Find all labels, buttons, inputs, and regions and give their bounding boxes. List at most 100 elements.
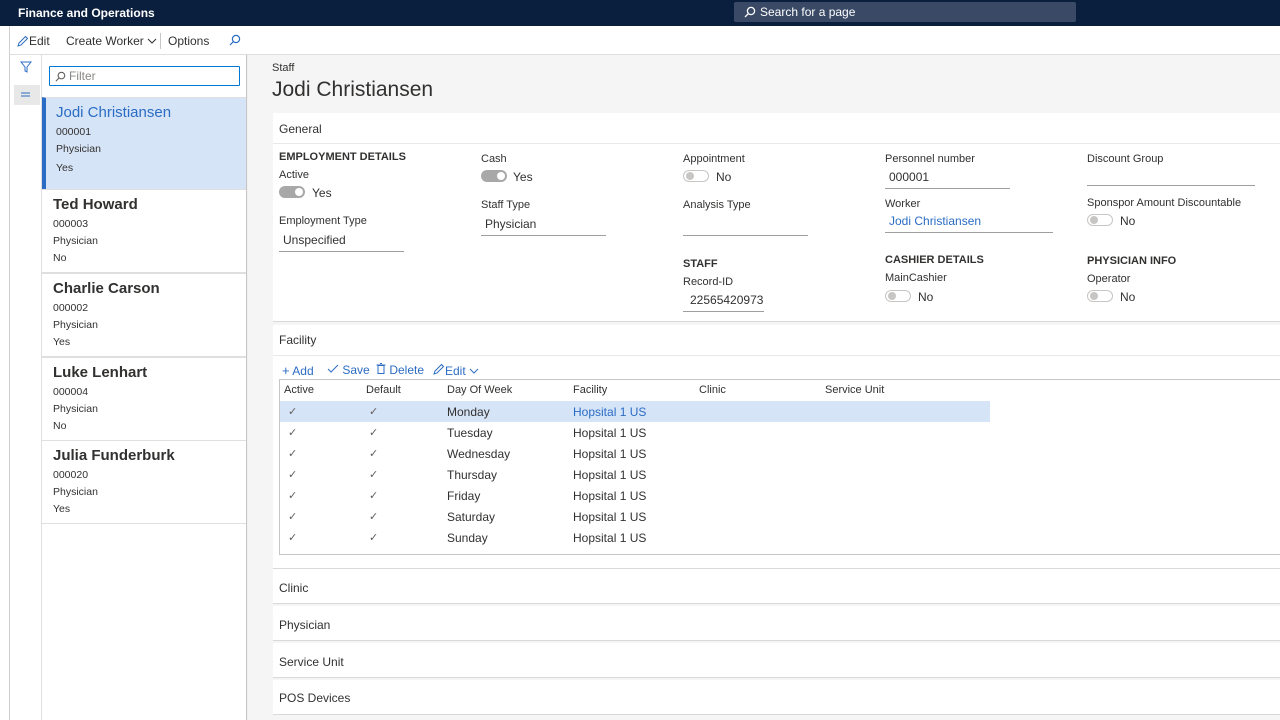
grid-edit-button[interactable]: Edit <box>433 363 479 378</box>
table-row[interactable]: ✓ ✓ Wednesday Hopsital 1 US <box>280 443 990 464</box>
facility-section-header[interactable]: Facility <box>279 333 316 347</box>
facility-cell[interactable]: Hopsital 1 US <box>573 405 646 419</box>
list-item[interactable]: Charlie Carson 000002 Physician Yes <box>42 273 246 357</box>
default-check-icon: ✓ <box>369 532 379 544</box>
filter-input[interactable]: Filter <box>49 66 240 86</box>
operator-value: No <box>1120 290 1136 304</box>
worker-field[interactable]: Jodi Christiansen <box>885 214 1053 233</box>
sponsor-amount-toggle[interactable] <box>1087 214 1113 226</box>
column-header-day-of-week[interactable]: Day Of Week <box>447 384 512 396</box>
edit-button[interactable]: Edit <box>17 34 50 48</box>
record-name: Ted Howard <box>53 196 138 213</box>
employment-type-field[interactable]: Unspecified <box>279 233 404 252</box>
cash-toggle[interactable] <box>481 170 507 182</box>
staff-type-field[interactable]: Physician <box>481 217 606 236</box>
action-divider <box>160 33 161 49</box>
column-header-active[interactable]: Active <box>284 384 314 396</box>
analysis-type-field[interactable] <box>683 217 808 236</box>
record-staff-type: Physician <box>56 143 101 155</box>
active-label: Active <box>279 169 309 181</box>
active-check-icon: ✓ <box>288 532 298 544</box>
clinic-section[interactable]: Clinic <box>273 569 1280 604</box>
facility-cell[interactable]: Hopsital 1 US <box>573 510 646 524</box>
active-check-icon: ✓ <box>288 469 298 481</box>
action-pane: Edit Create Worker Options <box>10 26 1280 55</box>
employment-type-label: Employment Type <box>279 215 367 227</box>
pencil-icon <box>17 35 29 47</box>
filter-icon[interactable] <box>19 61 33 76</box>
list-item[interactable]: Luke Lenhart 000004 Physician No <box>42 357 246 441</box>
staff-type-label: Staff Type <box>481 199 531 211</box>
add-row-button[interactable]: + Add <box>282 363 314 378</box>
record-staff-type: Physician <box>53 486 98 498</box>
column-header-facility[interactable]: Facility <box>573 384 607 396</box>
table-row[interactable]: ✓ ✓ Monday Hopsital 1 US <box>280 401 990 422</box>
save-button[interactable]: Save <box>327 363 370 377</box>
cashier-details-heading: CASHIER DETAILS <box>885 254 984 266</box>
checkmark-icon <box>327 364 339 373</box>
search-icon <box>229 34 241 46</box>
default-check-icon: ✓ <box>369 469 379 481</box>
operator-toggle[interactable] <box>1087 290 1113 302</box>
staff-heading: STAFF <box>683 258 718 270</box>
list-item[interactable]: Julia Funderburk 000020 Physician Yes <box>42 440 246 524</box>
record-id-field[interactable]: 22565420973 <box>683 293 764 312</box>
active-value: Yes <box>312 186 332 200</box>
record-active: Yes <box>53 336 71 348</box>
main-cashier-toggle[interactable] <box>885 290 911 302</box>
save-label: Save <box>342 363 370 377</box>
create-worker-button[interactable]: Create Worker <box>66 34 157 48</box>
general-section-header[interactable]: General <box>279 122 322 136</box>
record-staff-type: Physician <box>53 235 98 247</box>
search-icon <box>744 6 756 21</box>
facility-cell[interactable]: Hopsital 1 US <box>573 468 646 482</box>
facility-section: Facility + Add Save Delete Edit Active D… <box>273 325 1280 569</box>
record-staff-type: Physician <box>53 319 98 331</box>
filter-placeholder: Filter <box>69 69 96 83</box>
delete-button[interactable]: Delete <box>376 363 424 377</box>
clinic-section-header[interactable]: Clinic <box>279 581 308 595</box>
action-search-button[interactable] <box>229 34 241 49</box>
list-item[interactable]: Jodi Christiansen 000001 Physician Yes <box>42 97 246 190</box>
main-cashier-label: MainCashier <box>885 272 947 284</box>
discount-group-field[interactable] <box>1087 167 1255 186</box>
column-header-service-unit[interactable]: Service Unit <box>825 384 884 396</box>
facility-cell[interactable]: Hopsital 1 US <box>573 489 646 503</box>
app-title: Finance and Operations <box>18 6 155 20</box>
list-view-button[interactable] <box>14 85 40 105</box>
physician-info-heading: PHYSICIAN INFO <box>1087 255 1177 267</box>
sponsor-amount-label: Sponspor Amount Discountable <box>1087 197 1242 209</box>
cash-value: Yes <box>513 170 533 184</box>
table-row[interactable]: ✓ ✓ Saturday Hopsital 1 US <box>280 506 990 527</box>
appointment-label: Appointment <box>683 153 745 165</box>
table-row[interactable]: ✓ ✓ Sunday Hopsital 1 US <box>280 527 990 548</box>
default-check-icon: ✓ <box>369 490 379 502</box>
table-row[interactable]: ✓ ✓ Thursday Hopsital 1 US <box>280 464 990 485</box>
service-unit-section[interactable]: Service Unit <box>273 643 1280 678</box>
nav-rail <box>10 55 42 720</box>
day-of-week-cell: Saturday <box>447 510 496 524</box>
service-unit-section-header[interactable]: Service Unit <box>279 655 344 669</box>
pos-devices-section-header[interactable]: POS Devices <box>279 691 350 705</box>
record-name: Jodi Christiansen <box>56 104 172 121</box>
physician-section[interactable]: Physician <box>273 606 1280 641</box>
appointment-toggle[interactable] <box>683 170 709 182</box>
page-search-box[interactable]: Search for a page <box>734 2 1076 22</box>
pos-devices-section[interactable]: POS Devices <box>273 680 1280 715</box>
record-name: Luke Lenhart <box>53 364 148 381</box>
left-edge-strip <box>0 0 10 720</box>
column-header-default[interactable]: Default <box>366 384 401 396</box>
column-header-clinic[interactable]: Clinic <box>699 384 726 396</box>
personnel-number-field[interactable]: 000001 <box>885 170 1010 189</box>
table-row[interactable]: ✓ ✓ Tuesday Hopsital 1 US <box>280 422 990 443</box>
options-button[interactable]: Options <box>168 34 209 48</box>
list-item[interactable]: Ted Howard 000003 Physician No <box>42 189 246 273</box>
facility-cell[interactable]: Hopsital 1 US <box>573 447 646 461</box>
active-toggle[interactable] <box>279 186 305 198</box>
record-number: 000002 <box>53 302 89 314</box>
record-number: 000001 <box>56 126 92 138</box>
physician-section-header[interactable]: Physician <box>279 618 330 632</box>
facility-cell[interactable]: Hopsital 1 US <box>573 426 646 440</box>
table-row[interactable]: ✓ ✓ Friday Hopsital 1 US <box>280 485 990 506</box>
facility-cell[interactable]: Hopsital 1 US <box>573 531 646 545</box>
